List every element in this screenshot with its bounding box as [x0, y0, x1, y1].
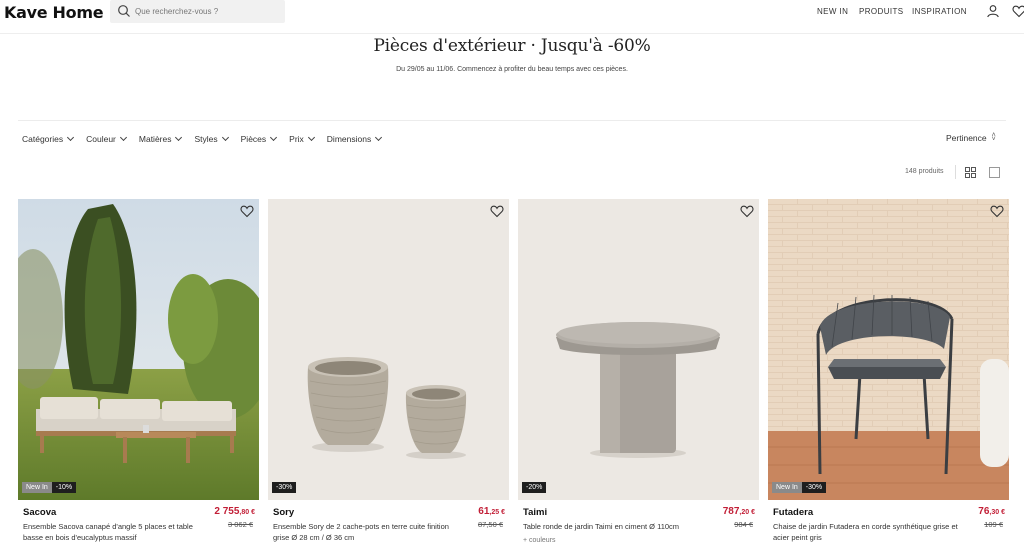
- filter-label: Catégories: [22, 134, 64, 144]
- old-price: 87,50 €: [477, 520, 503, 529]
- product-price: 2 755,80 €: [214, 506, 255, 517]
- user-icon[interactable]: [986, 4, 1000, 18]
- product-card[interactable]: -20% Taimi Table ronde de jardin Taimi e…: [518, 199, 759, 550]
- chevron-down-icon: [119, 133, 127, 142]
- page-subtitle: Du 29/05 au 11/06. Commencez à profiter …: [396, 66, 628, 73]
- nav-new-in[interactable]: NEW IN: [817, 7, 848, 16]
- heart-icon[interactable]: [740, 204, 754, 218]
- nav-produits[interactable]: PRODUITS: [859, 7, 904, 16]
- product-description: Table ronde de jardin Taimi en ciment Ø …: [523, 522, 680, 531]
- filter-bar: Catégories Couleur Matières Styles Pièce…: [22, 133, 394, 145]
- filter-categories[interactable]: Catégories: [22, 133, 75, 145]
- logo[interactable]: Kave Home: [4, 3, 104, 22]
- sort-label: Pertinence: [946, 133, 987, 143]
- filter-label: Dimensions: [326, 134, 372, 144]
- badges: -30%: [272, 482, 297, 493]
- planter-pots-photo: [268, 199, 509, 500]
- product-image[interactable]: -30%: [268, 199, 509, 500]
- product-description: Ensemble Sory de 2 cache-pots en terre c…: [273, 522, 449, 542]
- nav-inspiration[interactable]: INSPIRATION: [912, 7, 967, 16]
- single-view-icon[interactable]: [989, 167, 1000, 178]
- old-price: 984 €: [734, 520, 753, 529]
- product-description: Chaise de jardin Futadera en corde synth…: [773, 522, 958, 542]
- divider: [18, 120, 1006, 121]
- heart-icon[interactable]: [1012, 4, 1024, 18]
- filter-label: Pièces: [240, 134, 267, 144]
- discount-badge: -20%: [522, 482, 547, 493]
- badges: -20%: [522, 482, 547, 493]
- product-price: 61,25 €: [478, 506, 505, 517]
- product-image[interactable]: New In -30%: [768, 199, 1009, 500]
- chevron-down-icon: [270, 133, 278, 142]
- product-card[interactable]: New In -10% Sacova Ensemble Sacova canap…: [18, 199, 259, 550]
- divider: [955, 165, 956, 179]
- old-price: 109 €: [984, 520, 1003, 529]
- page: Kave Home NEW IN PRODUITS INSPIRATION Pi…: [0, 0, 1024, 550]
- round-table-photo: [518, 199, 759, 500]
- results-count: 148 produits: [905, 168, 944, 175]
- filter-label: Prix: [289, 134, 304, 144]
- heart-icon[interactable]: [990, 204, 1004, 218]
- chevron-down-icon: [175, 133, 183, 142]
- heart-icon[interactable]: [240, 204, 254, 218]
- discount-badge: -30%: [801, 482, 827, 493]
- price-main: 61: [478, 506, 490, 517]
- product-card[interactable]: New In -30% Futadera Chaise de jardin Fu…: [768, 199, 1009, 550]
- filter-label: Styles: [194, 134, 218, 144]
- sort-dropdown[interactable]: Pertinence ˄ ˅: [946, 132, 996, 143]
- price-cents: ,80 €: [239, 509, 255, 516]
- heart-icon[interactable]: [490, 204, 504, 218]
- grid-view-icon[interactable]: [965, 167, 976, 178]
- old-price: 3 062 €: [227, 520, 253, 529]
- sort-arrows-icon: ˄ ˅: [991, 132, 996, 143]
- new-in-badge: New In: [772, 482, 802, 493]
- search-box[interactable]: [110, 0, 285, 23]
- product-image[interactable]: New In -10%: [18, 199, 259, 500]
- more-colors-link[interactable]: + couleurs: [523, 537, 556, 544]
- badges: New In -30%: [772, 482, 827, 493]
- search-input[interactable]: [135, 2, 280, 21]
- discount-badge: -10%: [51, 482, 77, 493]
- search-icon: [118, 5, 130, 17]
- filter-matieres[interactable]: Matières: [138, 133, 183, 145]
- product-card[interactable]: -30% Sory Ensemble Sory de 2 cache-pots …: [268, 199, 509, 550]
- product-price: 76,30 €: [978, 506, 1005, 517]
- filter-label: Couleur: [86, 134, 116, 144]
- product-image[interactable]: -20%: [518, 199, 759, 500]
- filter-label: Matières: [138, 134, 172, 144]
- discount-badge: -30%: [272, 482, 297, 493]
- chevron-down-icon: [375, 133, 383, 142]
- badges: New In -10%: [22, 482, 77, 493]
- filter-couleur[interactable]: Couleur: [86, 133, 127, 145]
- new-in-badge: New In: [22, 482, 52, 493]
- filter-dimensions[interactable]: Dimensions: [326, 133, 383, 145]
- price-cents: ,20 €: [739, 509, 755, 516]
- product-description: Ensemble Sacova canapé d'angle 5 places …: [23, 522, 193, 542]
- price-main: 2 755: [214, 506, 240, 517]
- filter-styles[interactable]: Styles: [194, 133, 229, 145]
- header: Kave Home NEW IN PRODUITS INSPIRATION: [0, 0, 1024, 34]
- page-title: Pièces d'extérieur · Jusqu'à -60%: [373, 36, 651, 56]
- filter-pieces[interactable]: Pièces: [240, 133, 278, 145]
- chevron-down-icon: [67, 133, 75, 142]
- price-main: 76: [978, 506, 990, 517]
- filter-prix[interactable]: Prix: [289, 133, 315, 145]
- product-name[interactable]: Taimi: [523, 507, 547, 518]
- price-cents: ,25 €: [489, 509, 505, 516]
- product-name[interactable]: Sacova: [23, 507, 56, 518]
- product-name[interactable]: Futadera: [773, 507, 813, 518]
- chevron-down-icon: [221, 133, 229, 142]
- chevron-down-icon: [307, 133, 315, 142]
- price-main: 787: [722, 506, 740, 517]
- product-price: 787,20 €: [723, 506, 755, 517]
- garden-chair-photo: [768, 199, 1009, 500]
- sofa-set-photo: [18, 199, 259, 500]
- price-cents: ,30 €: [989, 509, 1005, 516]
- product-name[interactable]: Sory: [273, 507, 294, 518]
